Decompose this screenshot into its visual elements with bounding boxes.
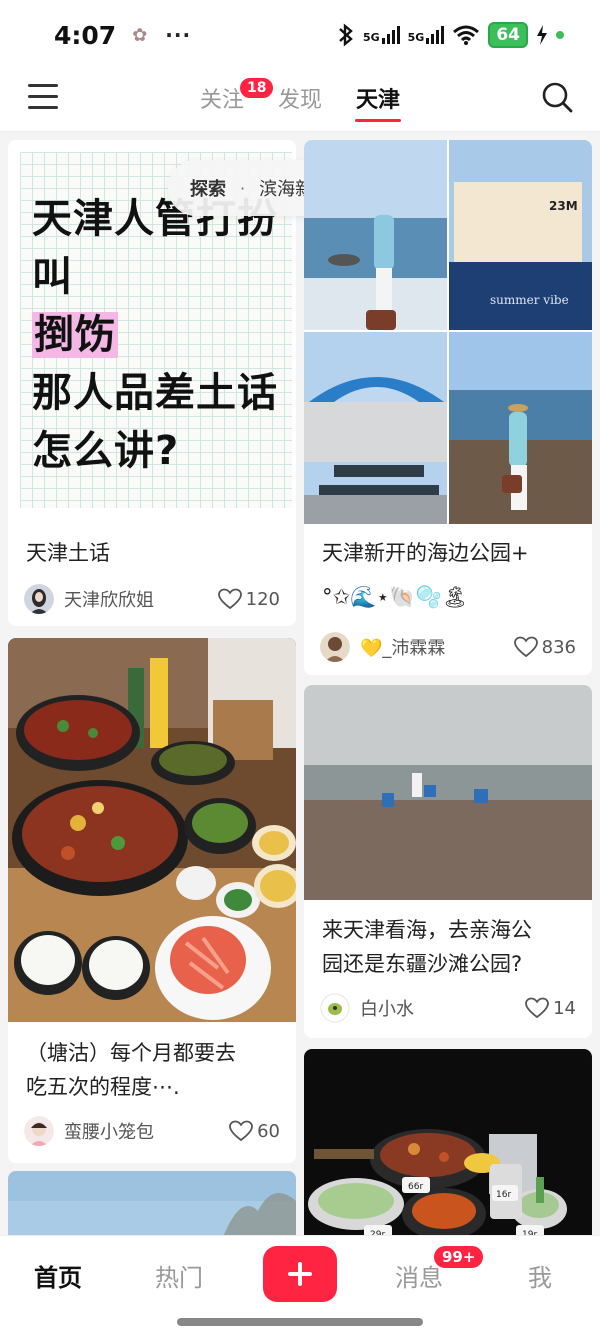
nav-trending[interactable]: 热门 <box>155 1258 203 1293</box>
price-tag: 19r <box>516 1225 544 1235</box>
message-badge: 99+ <box>432 1244 486 1270</box>
heart-icon <box>513 636 538 658</box>
cover-text-highlight: 捯饬 <box>32 312 118 358</box>
nav-home[interactable]: 首页 <box>34 1258 82 1293</box>
like-count: 120 <box>245 588 280 610</box>
heart-icon <box>525 997 549 1019</box>
card-author[interactable]: 💛_沛霖霖 <box>360 634 445 660</box>
price-tag: 66r <box>402 1177 430 1193</box>
search-icon[interactable] <box>540 80 574 114</box>
cover-text-line: 叫 <box>32 254 73 300</box>
status-bar: 4:07 ✿ ··· 5G 5G 64 <box>0 0 600 70</box>
top-nav: 关注 18 发现 天津 <box>0 70 600 132</box>
card-title: 吃五次的程度⋯. <box>26 1075 180 1099</box>
charging-icon <box>537 25 547 45</box>
status-indicators: 5G 5G 64 <box>337 22 564 48</box>
card-title: 来天津看海，去亲海公 <box>322 918 532 942</box>
price-tag: 16r <box>492 1185 518 1201</box>
card-author-row: 蛮腰小笼包 60 <box>24 1116 280 1146</box>
bluetooth-icon <box>339 23 353 47</box>
add-post-button[interactable] <box>263 1246 337 1302</box>
app-notification-icon: ✿ <box>132 24 148 46</box>
signal-2-icon: 5G <box>408 26 445 44</box>
home-indicator[interactable] <box>177 1318 423 1326</box>
note-card[interactable]: 66r 16r 29r 19r <box>304 1049 592 1235</box>
like-button[interactable]: 836 <box>513 636 576 658</box>
battery-indicator: 64 <box>488 22 528 48</box>
card-author[interactable]: 白小水 <box>360 995 414 1021</box>
heart-icon <box>229 1120 253 1142</box>
like-button[interactable]: 60 <box>229 1120 280 1142</box>
card-title: （塘沽）每个月都要去 <box>26 1041 236 1065</box>
more-notifications-icon: ··· <box>165 23 192 47</box>
note-card[interactable] <box>8 1171 296 1235</box>
cover-text-line: 那人品差土话 <box>32 370 278 416</box>
avatar[interactable] <box>24 584 54 614</box>
heart-icon <box>217 588 242 610</box>
card-cover-dishes: 66r 16r 29r 19r <box>304 1049 592 1235</box>
card-author[interactable]: 天津欣欣姐 <box>64 586 154 612</box>
feed: 天津人管打扮 叫 捯饬 那人品差土话 怎么讲? 天津土话 天津欣欣姐 120 探… <box>0 133 600 1235</box>
price-tag: 29r <box>364 1225 392 1235</box>
card-author[interactable]: 蛮腰小笼包 <box>64 1118 154 1144</box>
avatar[interactable] <box>24 1116 54 1146</box>
like-button[interactable]: 14 <box>525 997 576 1019</box>
like-count: 14 <box>553 997 576 1019</box>
signal-1-icon: 5G <box>363 26 400 44</box>
note-card[interactable]: 来天津看海，去亲海公 园还是东疆沙滩公园? 白小水 14 <box>304 685 592 1038</box>
tab-tianjin[interactable]: 天津 <box>356 82 400 114</box>
card-author-row: 天津欣欣姐 120 <box>24 584 280 614</box>
network-type-1: 5G <box>362 31 380 44</box>
price-tag-label: 66r <box>408 1182 423 1192</box>
like-count: 60 <box>257 1120 280 1142</box>
avatar[interactable] <box>320 993 350 1023</box>
active-tab-indicator <box>355 119 401 122</box>
card-title: 天津新开的海边公园+ <box>322 541 529 565</box>
network-type-2: 5G <box>407 31 425 44</box>
explore-separator: · <box>240 178 246 198</box>
note-card[interactable]: 23M summer vibe 天津新开的海边公园+ °✩🌊⋆🐚🫧🏝 💛_沛霖霖… <box>304 140 592 675</box>
status-time: 4:07 <box>54 20 117 50</box>
card-cover-collage: 23M summer vibe <box>304 140 592 524</box>
price-tag-label: 16r <box>496 1190 511 1200</box>
bottom-nav: 首页 热门 消息 99+ 我 <box>0 1235 600 1335</box>
cover-text-line: 怎么讲? <box>32 428 180 474</box>
card-cover-sky <box>8 1171 296 1235</box>
card-cover-food <box>8 638 296 1022</box>
cover-caption: summer vibe <box>490 293 569 307</box>
card-author-row: 💛_沛霖霖 836 <box>320 632 576 662</box>
card-title: 天津土话 <box>26 541 110 565</box>
card-title: 园还是东疆沙滩公园? <box>322 952 523 976</box>
wifi-icon <box>453 25 480 45</box>
like-button[interactable]: 120 <box>217 588 280 610</box>
plus-icon <box>288 1262 312 1286</box>
follow-badge: 18 <box>238 76 276 100</box>
card-author-row: 白小水 14 <box>320 993 576 1023</box>
tab-discover[interactable]: 发现 <box>278 82 322 114</box>
explore-label: 探索 <box>190 179 226 200</box>
nav-me[interactable]: 我 <box>528 1258 552 1293</box>
note-card[interactable]: （塘沽）每个月都要去 吃五次的程度⋯. 蛮腰小笼包 60 <box>8 638 296 1163</box>
avatar[interactable] <box>320 632 350 662</box>
card-cover-beach <box>304 685 592 900</box>
menu-icon[interactable] <box>28 84 58 110</box>
privacy-dot <box>556 31 564 39</box>
card-title-emoji: °✩🌊⋆🐚🫧🏝 <box>322 585 469 609</box>
like-count: 836 <box>541 636 576 658</box>
building-sign: 23M <box>549 199 578 213</box>
